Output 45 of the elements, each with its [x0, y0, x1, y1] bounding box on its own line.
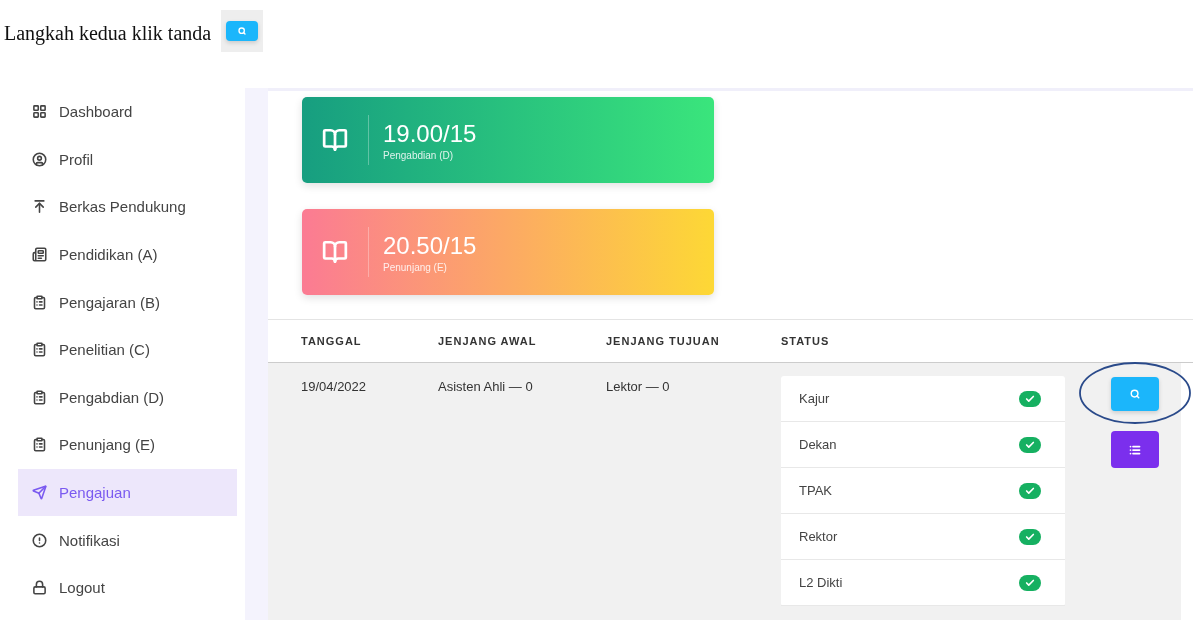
- user-icon: [32, 151, 47, 167]
- column-header: JENJANG AWAL: [438, 335, 538, 347]
- document-icon: [32, 247, 47, 263]
- lock-icon: [32, 580, 47, 596]
- search-icon: [238, 27, 247, 35]
- sidebar-item[interactable]: Dashboard: [18, 88, 237, 136]
- sidebar-item[interactable]: Penelitian (C): [18, 325, 237, 374]
- instruction-text: Langkah kedua klik tanda: [4, 22, 212, 45]
- column-header: TANGGAL: [301, 335, 363, 347]
- upload-icon: [32, 199, 47, 215]
- sidebar-item[interactable]: Berkas Pendukung: [18, 183, 237, 231]
- search-icon: [1130, 389, 1140, 399]
- sidebar-item[interactable]: Pengajaran (B): [18, 278, 237, 326]
- stat-label: Pengabdian (D): [383, 149, 455, 161]
- table-cell-text: 19/04/2022: [301, 378, 368, 394]
- sidebar-item[interactable]: Logout: [18, 563, 237, 612]
- column-header: JENJANG TUJUAN: [606, 335, 721, 347]
- clipboard-icon: [32, 389, 47, 405]
- send-icon: [32, 485, 47, 501]
- stat-label: Penunjang (E): [383, 261, 448, 273]
- status-label: L2 Dikti: [799, 575, 843, 590]
- stat-value: 20.50/15: [383, 231, 477, 260]
- table-cell-text: Asisten Ahli — 0: [438, 378, 534, 394]
- book-icon: [322, 239, 348, 265]
- table-cell-text: Lektor — 0: [606, 378, 671, 394]
- sidebar-item[interactable]: Penunjang (E): [18, 421, 237, 469]
- sidebar-item[interactable]: Profil: [18, 135, 237, 184]
- sidebar-item[interactable]: Notifikasi: [18, 516, 237, 564]
- status-label: Dekan: [799, 437, 837, 452]
- clipboard-icon: [32, 437, 47, 453]
- list-button[interactable]: [1111, 431, 1159, 468]
- status-label: Rektor: [799, 529, 838, 544]
- clipboard-icon: [32, 294, 47, 310]
- book-icon: [322, 127, 348, 153]
- stat-value: 19.00/15: [383, 119, 477, 148]
- sidebar-item[interactable]: Pendidikan (A): [18, 230, 237, 279]
- clipboard-icon: [32, 342, 47, 358]
- status-label: Kajur: [799, 391, 830, 406]
- grid-icon: [32, 104, 47, 120]
- status-label: TPAK: [799, 483, 832, 498]
- sidebar-item[interactable]: Pengabdian (D): [18, 373, 237, 422]
- alert-icon: [32, 532, 47, 548]
- sidebar-item[interactable]: Pengajuan: [18, 468, 237, 517]
- column-header: STATUS: [781, 335, 831, 347]
- list-icon: [1129, 443, 1141, 456]
